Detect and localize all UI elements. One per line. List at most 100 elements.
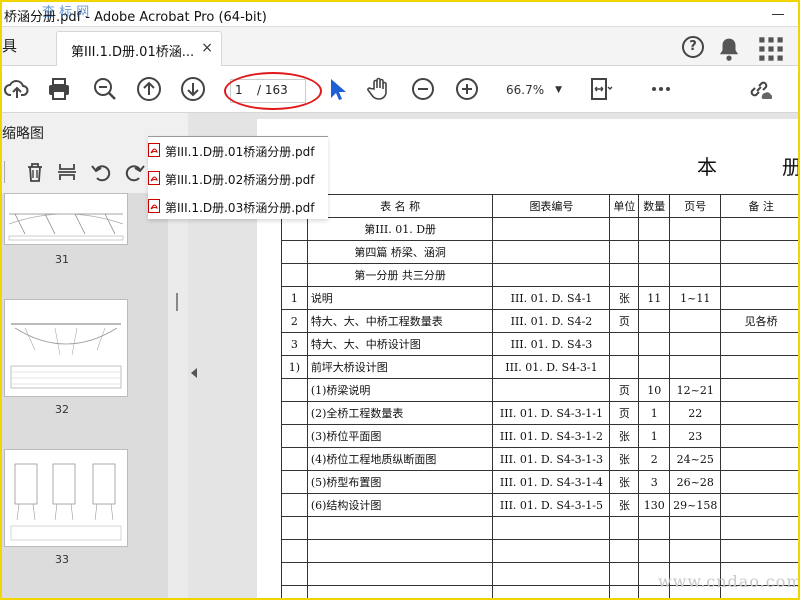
page-heading-right: 册 bbox=[782, 155, 800, 179]
table-cell bbox=[720, 447, 798, 471]
thumbnail-page-32[interactable] bbox=[4, 299, 128, 397]
table-cell bbox=[492, 217, 611, 241]
table-cell bbox=[720, 332, 798, 356]
table-cell: 第四篇 桥梁、涵洞 bbox=[306, 240, 494, 264]
table-cell: 2 bbox=[638, 447, 671, 471]
table-cell: 12~21 bbox=[669, 378, 722, 402]
table-cell bbox=[281, 585, 308, 598]
pdf-file-icon bbox=[148, 143, 160, 157]
table-cell bbox=[720, 217, 798, 241]
page-fit-icon[interactable] bbox=[588, 76, 614, 102]
table-cell bbox=[306, 539, 494, 563]
thumbnail-drawing bbox=[10, 323, 122, 389]
table-cell: 前坪大桥设计图 bbox=[306, 355, 494, 379]
table-cell bbox=[492, 539, 611, 563]
table-row: 1) 前坪大桥设计图 III. 01. D. S4-3-1 bbox=[281, 355, 798, 379]
zoom-search-icon[interactable] bbox=[92, 76, 118, 102]
table-cell bbox=[669, 240, 722, 264]
thumbnail-number: 33 bbox=[55, 553, 69, 566]
table-cell: III. 01. D. S4-3-1-2 bbox=[492, 424, 611, 448]
table-cell: 23 bbox=[669, 424, 722, 448]
delete-icon[interactable] bbox=[24, 161, 46, 183]
previous-page-icon[interactable] bbox=[136, 76, 162, 102]
table-cell: 张 bbox=[609, 424, 640, 448]
pdf-page: 本 册 表 名 称 图表编号 单位 数量 页号 备 注 第III. 01. D册… bbox=[257, 119, 800, 598]
rotate-right-icon[interactable] bbox=[124, 161, 146, 183]
share-link-icon[interactable] bbox=[746, 76, 772, 102]
table-row bbox=[281, 516, 798, 540]
file-item[interactable]: 第III.1.D册.01桥涵分册.pdf bbox=[148, 137, 328, 163]
rotate-left-icon[interactable] bbox=[90, 161, 112, 183]
thumbnail-number: 32 bbox=[55, 403, 69, 416]
thumbnail-page-31[interactable] bbox=[4, 193, 128, 245]
table-cell: 张 bbox=[609, 447, 640, 471]
watermark-top: 查 标 网 bbox=[42, 5, 90, 20]
table-cell bbox=[720, 516, 798, 540]
table-cell bbox=[669, 539, 722, 563]
zoom-in-icon[interactable] bbox=[454, 76, 480, 102]
table-cell bbox=[281, 516, 308, 540]
table-cell bbox=[638, 240, 671, 264]
tab-tools[interactable]: 具 bbox=[2, 27, 52, 65]
table-cell bbox=[609, 332, 640, 356]
table-cell: 张 bbox=[609, 286, 640, 310]
table-cell: 1) bbox=[281, 355, 308, 379]
close-tab-icon[interactable]: × bbox=[201, 40, 213, 56]
print-icon[interactable] bbox=[46, 76, 72, 102]
table-cell bbox=[609, 355, 640, 379]
more-options-icon[interactable] bbox=[648, 76, 674, 102]
zoom-out-icon[interactable] bbox=[410, 76, 436, 102]
help-icon[interactable]: ? bbox=[682, 36, 704, 58]
table-cell: III. 01. D. S4-3 bbox=[492, 332, 611, 356]
thumbnail-page-33[interactable] bbox=[4, 449, 128, 547]
table-cell: 10 bbox=[638, 378, 671, 402]
tab-document[interactable]: 第III.1.D册.01桥涵... × bbox=[56, 31, 222, 66]
thumbnail-list: 31 32 33 bbox=[2, 193, 168, 598]
hand-tool-icon[interactable] bbox=[366, 76, 392, 102]
thumbnail-scrollbar[interactable] bbox=[168, 193, 188, 598]
contents-table: 表 名 称 图表编号 单位 数量 页号 备 注 第III. 01. D册 第四篇 … bbox=[281, 194, 798, 598]
table-cell: 说明 bbox=[306, 286, 494, 310]
apps-grid-icon[interactable] bbox=[758, 36, 784, 62]
table-row: (1)桥梁说明 页 10 12~21 bbox=[281, 378, 798, 402]
table-cell: 22 bbox=[669, 401, 722, 425]
table-cell: 1 bbox=[638, 401, 671, 425]
thumbnail-number: 31 bbox=[55, 253, 69, 266]
table-cell: 2 bbox=[281, 309, 308, 333]
table-cell bbox=[720, 470, 798, 494]
table-cell bbox=[638, 217, 671, 241]
extract-pages-icon[interactable] bbox=[56, 161, 78, 183]
tab-document-label: 第III.1.D册.01桥涵... bbox=[71, 45, 195, 60]
table-cell bbox=[638, 332, 671, 356]
table-cell bbox=[492, 263, 611, 287]
file-item[interactable]: 第III.1.D册.03桥涵分册.pdf bbox=[148, 193, 328, 219]
table-row: (2)全桥工程数量表 III. 01. D. S4-3-1-1 页 1 22 bbox=[281, 401, 798, 425]
table-cell bbox=[638, 263, 671, 287]
toolbar-divider bbox=[4, 161, 5, 183]
bell-icon[interactable] bbox=[716, 36, 742, 62]
chevron-down-icon: ▼ bbox=[555, 85, 562, 95]
scroll-thumb[interactable] bbox=[176, 293, 178, 311]
upload-cloud-icon[interactable] bbox=[4, 76, 30, 102]
table-cell: 页 bbox=[609, 378, 640, 402]
table-cell bbox=[609, 562, 640, 586]
table-cell bbox=[669, 516, 722, 540]
minimize-button[interactable] bbox=[772, 14, 784, 15]
zoom-level-dropdown[interactable]: 66.7% ▼ bbox=[498, 79, 566, 101]
table-row: 2 特大、大、中桥工程数量表 III. 01. D. S4-2 页 见各桥 bbox=[281, 309, 798, 333]
table-cell bbox=[281, 470, 308, 494]
select-cursor-icon[interactable] bbox=[324, 76, 350, 102]
table-cell: 页 bbox=[609, 401, 640, 425]
next-page-icon[interactable] bbox=[180, 76, 206, 102]
main-toolbar: 1 / 163 66.7% ▼ bbox=[2, 66, 798, 113]
table-cell: III. 01. D. S4-3-1-3 bbox=[492, 447, 611, 471]
table-cell bbox=[669, 263, 722, 287]
table-cell: (4)桥位工程地质纵断面图 bbox=[306, 447, 494, 471]
header-cell: 单位 bbox=[609, 194, 640, 218]
header-cell: 图表编号 bbox=[492, 194, 611, 218]
table-row: 第四篇 桥梁、涵洞 bbox=[281, 240, 798, 264]
table-cell: (2)全桥工程数量表 bbox=[306, 401, 494, 425]
table-cell bbox=[609, 263, 640, 287]
file-item[interactable]: 第III.1.D册.02桥涵分册.pdf bbox=[148, 165, 328, 191]
table-cell bbox=[720, 240, 798, 264]
